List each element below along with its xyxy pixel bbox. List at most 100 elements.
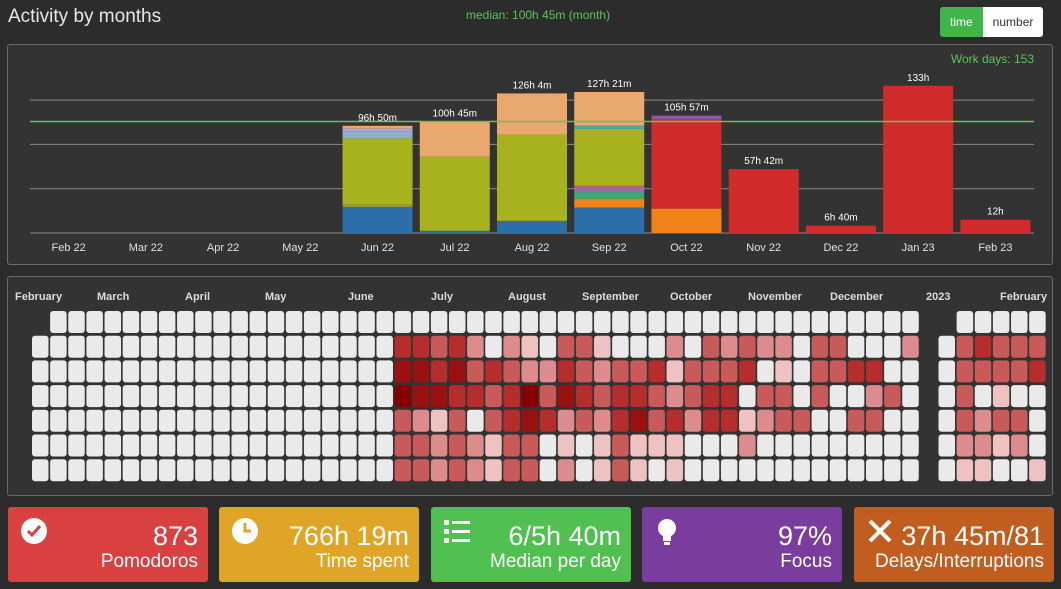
heatmap-day-cell[interactable] (485, 385, 502, 408)
heatmap-day-cell[interactable] (992, 409, 1010, 432)
heatmap-day-cell[interactable] (376, 409, 393, 432)
heatmap-day-cell[interactable] (322, 409, 339, 432)
heatmap-day-cell[interactable] (739, 360, 756, 383)
heatmap-day-cell[interactable] (448, 409, 466, 432)
heatmap-day-cell[interactable] (902, 459, 919, 482)
heatmap-day-cell[interactable] (267, 385, 285, 408)
heatmap-day-cell[interactable] (992, 385, 1010, 408)
heatmap-day-cell[interactable] (992, 360, 1010, 383)
heatmap-day-cell[interactable] (684, 360, 702, 383)
heatmap-day-cell[interactable] (231, 311, 248, 333)
heatmap-day-cell[interactable] (376, 434, 393, 457)
heatmap-day-cell[interactable] (412, 335, 430, 358)
heatmap-day-cell[interactable] (231, 409, 248, 432)
heatmap-day-cell[interactable] (104, 385, 122, 408)
heatmap-day-cell[interactable] (213, 459, 230, 482)
heatmap-day-cell[interactable] (575, 434, 593, 457)
heatmap-day-cell[interactable] (938, 459, 956, 482)
heatmap-day-cell[interactable] (539, 360, 557, 383)
heatmap-day-cell[interactable] (412, 459, 430, 482)
heatmap-day-cell[interactable] (594, 311, 611, 333)
heatmap-day-cell[interactable] (104, 311, 122, 333)
heatmap-day-cell[interactable] (956, 459, 974, 482)
heatmap-day-cell[interactable] (829, 434, 847, 457)
heatmap-day-cell[interactable] (303, 459, 321, 482)
heatmap-day-cell[interactable] (884, 335, 901, 358)
heatmap-day-cell[interactable] (68, 409, 85, 432)
heatmap-day-cell[interactable] (303, 434, 321, 457)
heatmap-day-cell[interactable] (394, 434, 412, 457)
heatmap-day-cell[interactable] (612, 409, 629, 432)
heatmap-day-cell[interactable] (467, 409, 484, 432)
heatmap-day-cell[interactable] (86, 434, 103, 457)
heatmap-day-cell[interactable] (122, 360, 140, 383)
heatmap-day-cell[interactable] (630, 360, 647, 383)
heatmap-day-cell[interactable] (630, 459, 647, 482)
heatmap-day-cell[interactable] (358, 360, 375, 383)
heatmap-day-cell[interactable] (829, 409, 847, 432)
heatmap-day-cell[interactable] (684, 459, 702, 482)
heatmap-day-cell[interactable] (811, 459, 829, 482)
heatmap-day-cell[interactable] (177, 335, 194, 358)
bar-dec-22[interactable] (805, 225, 876, 233)
heatmap-day-cell[interactable] (104, 434, 122, 457)
heatmap-day-cell[interactable] (793, 434, 810, 457)
heatmap-day-cell[interactable] (195, 459, 212, 482)
heatmap-day-cell[interactable] (195, 385, 212, 408)
heatmap-day-cell[interactable] (140, 434, 158, 457)
heatmap-day-cell[interactable] (195, 360, 212, 383)
heatmap-day-cell[interactable] (666, 360, 684, 383)
heatmap-day-cell[interactable] (448, 311, 466, 333)
heatmap-day-cell[interactable] (503, 311, 520, 333)
heatmap-day-cell[interactable] (285, 335, 303, 358)
heatmap-day-cell[interactable] (322, 459, 339, 482)
heatmap-day-cell[interactable] (847, 409, 865, 432)
heatmap-day-cell[interactable] (575, 409, 593, 432)
heatmap-day-cell[interactable] (485, 360, 502, 383)
heatmap-day-cell[interactable] (775, 335, 792, 358)
heatmap-day-cell[interactable] (557, 360, 575, 383)
heatmap-day-cell[interactable] (1011, 459, 1028, 482)
heatmap-day-cell[interactable] (213, 311, 230, 333)
bar-oct-22[interactable] (651, 115, 722, 233)
heatmap-day-cell[interactable] (974, 459, 992, 482)
heatmap-day-cell[interactable] (521, 385, 539, 408)
heatmap-day-cell[interactable] (811, 385, 829, 408)
heatmap-day-cell[interactable] (322, 311, 339, 333)
heatmap-day-cell[interactable] (1029, 409, 1046, 432)
heatmap-day-cell[interactable] (358, 385, 375, 408)
heatmap-day-cell[interactable] (702, 335, 720, 358)
heatmap-day-cell[interactable] (249, 311, 267, 333)
heatmap-day-cell[interactable] (448, 459, 466, 482)
heatmap-day-cell[interactable] (467, 459, 484, 482)
heatmap-day-cell[interactable] (648, 360, 665, 383)
heatmap-day-cell[interactable] (739, 311, 756, 333)
heatmap-day-cell[interactable] (394, 385, 412, 408)
heatmap-day-cell[interactable] (231, 459, 248, 482)
heatmap-day-cell[interactable] (1029, 434, 1046, 457)
heatmap-day-cell[interactable] (630, 434, 647, 457)
heatmap-day-cell[interactable] (104, 409, 122, 432)
heatmap-day-cell[interactable] (648, 459, 665, 482)
heatmap-day-cell[interactable] (249, 459, 267, 482)
heatmap-day-cell[interactable] (521, 459, 539, 482)
heatmap-day-cell[interactable] (884, 385, 901, 408)
heatmap-day-cell[interactable] (720, 311, 738, 333)
heatmap-day-cell[interactable] (249, 335, 267, 358)
heatmap-day-cell[interactable] (521, 434, 539, 457)
heatmap-day-cell[interactable] (122, 409, 140, 432)
heatmap-day-cell[interactable] (358, 311, 375, 333)
heatmap-day-cell[interactable] (974, 434, 992, 457)
heatmap-day-cell[interactable] (322, 385, 339, 408)
bar-sep-22[interactable] (574, 92, 645, 233)
heatmap-day-cell[interactable] (1029, 360, 1046, 383)
heatmap-day-cell[interactable] (757, 409, 774, 432)
heatmap-day-cell[interactable] (267, 360, 285, 383)
heatmap-day-cell[interactable] (122, 385, 140, 408)
heatmap-day-cell[interactable] (394, 409, 412, 432)
heatmap-day-cell[interactable] (340, 385, 357, 408)
heatmap-day-cell[interactable] (575, 360, 593, 383)
heatmap-day-cell[interactable] (285, 434, 303, 457)
heatmap-day-cell[interactable] (467, 385, 484, 408)
heatmap-day-cell[interactable] (847, 434, 865, 457)
